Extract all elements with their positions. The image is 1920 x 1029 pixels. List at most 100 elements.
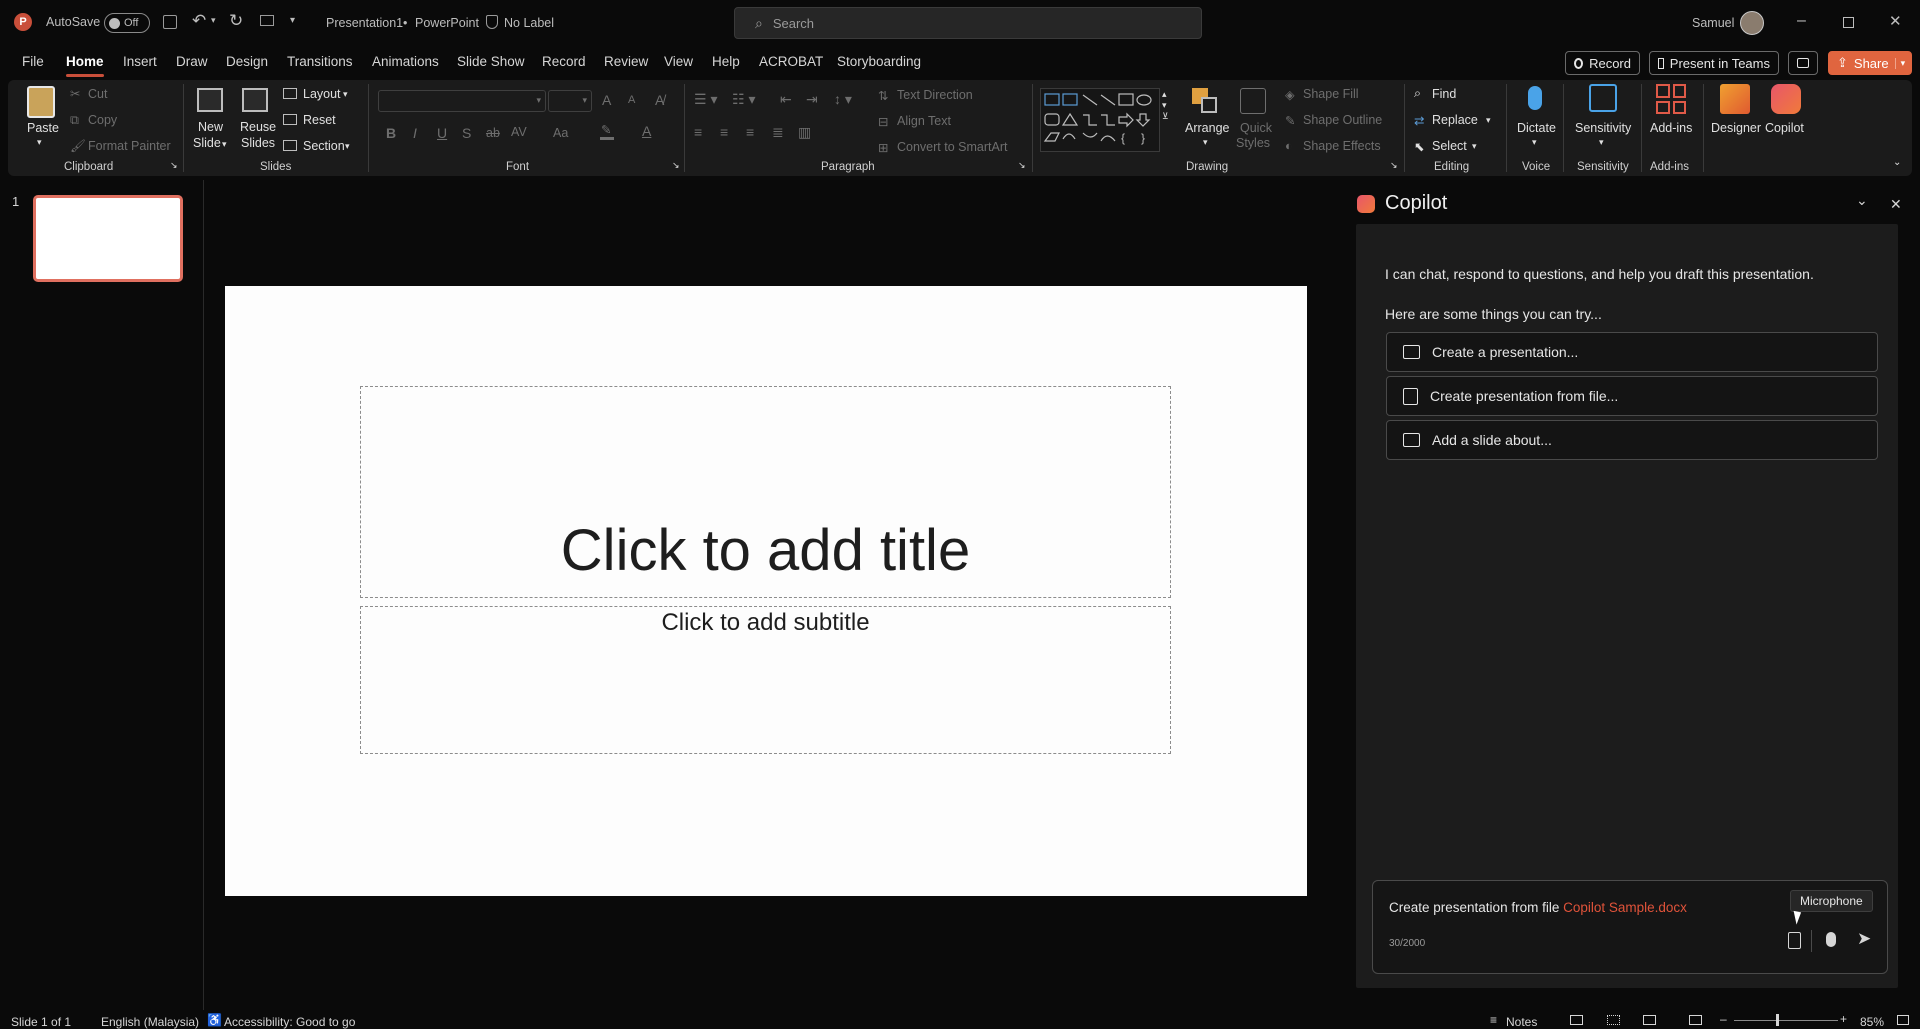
replace-dropdown-icon[interactable]: ▾ [1486,115,1491,126]
comments-button[interactable] [1788,51,1818,75]
arrange-button[interactable]: Arrange [1185,121,1229,135]
present-in-teams-button[interactable]: Present in Teams [1649,51,1779,75]
prompt-input[interactable]: Create presentation from file Copilot Sa… [1389,900,1687,915]
minimize-icon[interactable]: – [1797,12,1806,30]
arrange-dropdown-icon[interactable]: ▾ [1203,137,1208,148]
select-button[interactable]: Select [1432,139,1467,153]
columns-icon[interactable]: ▥ [798,124,811,141]
copilot-ribbon-icon[interactable] [1771,84,1801,114]
undo-icon[interactable]: ↶ [192,11,206,31]
new-slide-label-1[interactable]: New [198,120,223,134]
pane-divider[interactable] [203,180,204,1010]
slide-canvas[interactable]: Click to add title Click to add subtitle [225,286,1307,896]
normal-view-icon[interactable] [1570,1015,1583,1025]
tab-acrobat[interactable]: ACROBAT [759,54,823,69]
change-case-button[interactable]: Aa [553,126,568,140]
designer-icon[interactable] [1720,84,1750,114]
shadow-button[interactable]: S [462,125,471,141]
bullets-icon[interactable]: ☰ ▾ [694,91,717,108]
user-name[interactable]: Samuel [1692,16,1734,30]
strikethrough-button[interactable]: ab [486,126,500,140]
decrease-indent-icon[interactable]: ⇤ [780,91,792,108]
paragraph-launcher-icon[interactable]: ↘ [1018,160,1026,171]
paste-dropdown-icon[interactable]: ▾ [37,137,42,148]
ribbon-collapse-icon[interactable]: ⌄ [1893,157,1901,168]
sensitivity-icon[interactable] [1589,84,1617,112]
redo-icon[interactable]: ↻ [229,11,243,31]
add-ins-icon[interactable] [1656,84,1686,114]
font-color-icon[interactable]: A [642,123,651,139]
select-dropdown-icon[interactable]: ▾ [1472,141,1477,152]
subtitle-placeholder[interactable]: Click to add subtitle [360,606,1171,754]
tab-transitions[interactable]: Transitions [287,54,353,69]
shrink-font-icon[interactable]: A [628,94,635,106]
share-button[interactable]: ⇪ Share ▾ [1828,51,1912,75]
underline-button[interactable]: U [437,125,447,141]
suggestion-add-slide[interactable]: Add a slide about... [1386,420,1878,460]
tab-design[interactable]: Design [226,54,268,69]
new-slide-label-2[interactable]: Slide [193,136,221,150]
section-dropdown-icon[interactable]: ▾ [345,141,350,152]
tab-insert[interactable]: Insert [123,54,157,69]
tab-view[interactable]: View [664,54,693,69]
shape-effects-button[interactable]: Shape Effects [1303,139,1381,153]
clear-formatting-icon[interactable]: A̸ [655,92,664,108]
notes-button[interactable]: Notes [1506,1015,1537,1029]
zoom-in-icon[interactable]: + [1840,1012,1847,1026]
highlight-icon[interactable] [600,137,614,140]
copilot-ribbon-button[interactable]: Copilot [1765,121,1804,135]
save-icon[interactable] [163,15,177,29]
tab-review[interactable]: Review [604,54,648,69]
sensitivity-dropdown-icon[interactable]: ▾ [1599,137,1604,148]
zoom-slider[interactable] [1734,1020,1838,1021]
align-text-button[interactable]: Align Text [897,114,951,128]
tab-animations[interactable]: Animations [372,54,439,69]
designer-button[interactable]: Designer [1711,121,1761,135]
close-pane-icon[interactable]: ✕ [1890,196,1902,213]
slide-sorter-icon[interactable] [1607,1015,1620,1025]
add-ins-button[interactable]: Add-ins [1650,121,1692,135]
align-right-icon[interactable]: ≡ [746,124,754,140]
reuse-slides-label-1[interactable]: Reuse [240,120,276,134]
align-left-icon[interactable]: ≡ [694,124,702,140]
new-slide-icon[interactable] [197,88,223,112]
tab-file[interactable]: File [22,54,44,69]
zoom-slider-thumb[interactable] [1776,1014,1779,1026]
quick-styles-icon[interactable] [1240,88,1266,114]
align-center-icon[interactable]: ≡ [720,124,728,140]
dictate-button[interactable]: Dictate [1517,121,1556,135]
shape-fill-button[interactable]: Shape Fill [1303,87,1359,101]
tab-record[interactable]: Record [542,54,586,69]
slide-show-icon[interactable] [1689,1015,1702,1025]
close-icon[interactable]: ✕ [1889,12,1902,30]
prompt-file-reference[interactable]: Copilot Sample.docx [1563,900,1687,915]
grow-font-icon[interactable]: A [602,92,611,108]
reuse-slides-label-2[interactable]: Slides [241,136,275,150]
tab-help[interactable]: Help [712,54,740,69]
reset-button[interactable]: Reset [303,113,336,127]
title-placeholder[interactable]: Click to add title [360,386,1171,598]
customize-qat-icon[interactable]: ▾ [290,15,295,26]
increase-indent-icon[interactable]: ⇥ [806,91,818,108]
microphone-icon[interactable] [1826,932,1836,947]
italic-button[interactable]: I [413,125,417,141]
dictate-dropdown-icon[interactable]: ▾ [1532,137,1537,148]
numbering-icon[interactable]: ☷ ▾ [732,91,755,108]
suggestion-presentation-from-file[interactable]: Create presentation from file... [1386,376,1878,416]
quick-styles-label-2[interactable]: Styles [1236,136,1270,150]
drawing-launcher-icon[interactable]: ↘ [1390,160,1398,171]
layout-button[interactable]: Layout [303,87,341,101]
reading-view-icon[interactable] [1643,1015,1656,1025]
zoom-out-icon[interactable]: – [1720,1012,1727,1026]
collapse-pane-icon[interactable]: ⌄ [1856,192,1868,209]
dictate-microphone-icon[interactable] [1528,86,1542,110]
replace-button[interactable]: Replace [1432,113,1478,127]
quick-styles-label-1[interactable]: Quick [1240,121,1272,135]
fit-slide-icon[interactable] [1897,1015,1909,1025]
font-launcher-icon[interactable]: ↘ [672,160,680,171]
send-icon[interactable]: ➤ [1857,929,1871,949]
restore-icon[interactable] [1843,17,1854,28]
arrange-icon[interactable] [1192,88,1218,114]
present-icon[interactable] [260,15,274,26]
cut-button[interactable]: Cut [88,87,107,101]
